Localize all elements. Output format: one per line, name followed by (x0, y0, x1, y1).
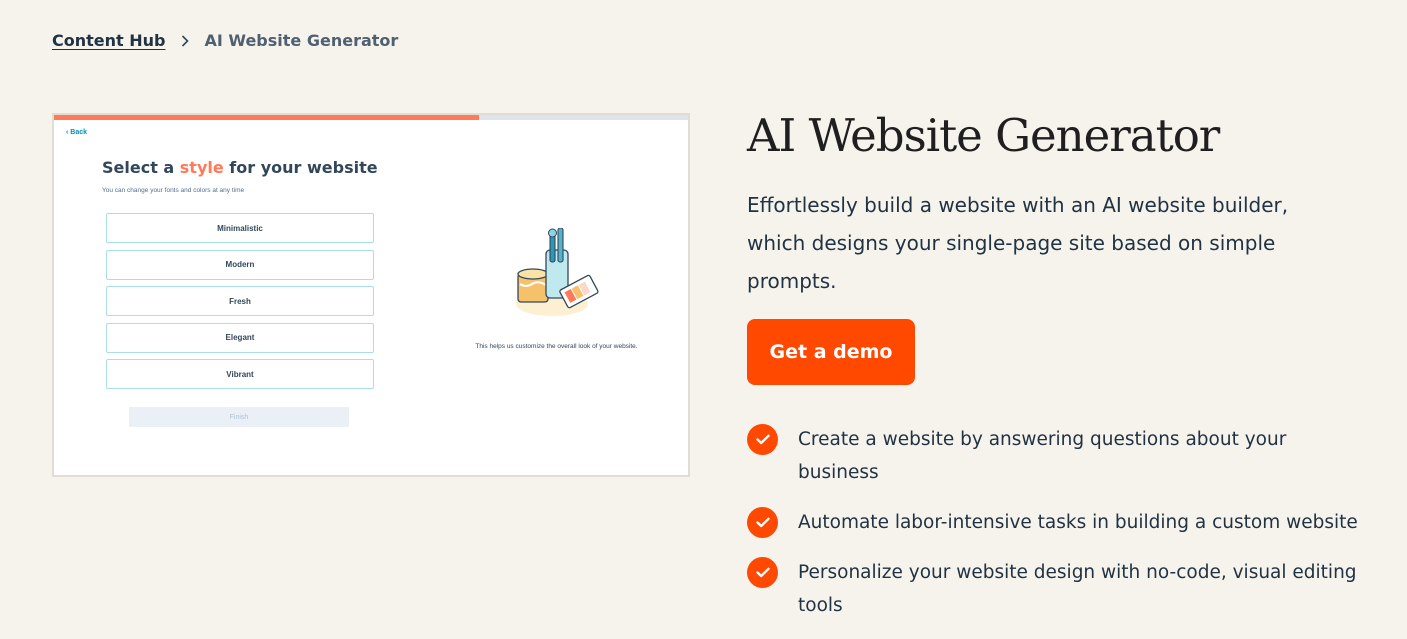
feature-text: Personalize your website design with no-… (798, 562, 1357, 616)
paint-supplies-illustration (506, 227, 606, 333)
title-highlight: style (179, 158, 224, 177)
style-option-elegant[interactable]: Elegant (106, 322, 374, 353)
progress-bar-fill (54, 115, 479, 120)
get-a-demo-button[interactable]: Get a demo (747, 319, 915, 385)
checkmark-icon (747, 557, 778, 588)
checkmark-icon (747, 424, 778, 455)
feature-text: Create a website by answering questions … (798, 429, 1287, 483)
breadcrumb-current: AI Website Generator (204, 31, 399, 50)
page-title: AI Website Generator (747, 109, 1220, 162)
style-option-modern[interactable]: Modern (106, 249, 374, 280)
progress-bar (54, 115, 688, 120)
feature-item: Automate labor-intensive tasks in buildi… (747, 507, 1367, 539)
title-prefix: Select a (102, 158, 180, 177)
breadcrumb: Content Hub AI Website Generator (52, 31, 398, 50)
feature-list: Create a website by answering questions … (747, 424, 1367, 639)
illustration-caption: This helps us customize the overall look… (475, 343, 638, 350)
product-screenshot: ‹ Back Select a style for your website Y… (52, 113, 690, 477)
style-option-fresh[interactable]: Fresh (106, 286, 374, 316)
style-option-minimalistic[interactable]: Minimalistic (106, 213, 374, 243)
back-link[interactable]: ‹ Back (66, 129, 87, 136)
feature-text: Automate labor-intensive tasks in buildi… (798, 512, 1358, 533)
feature-item: Personalize your website design with no-… (747, 557, 1367, 622)
style-option-vibrant[interactable]: Vibrant (106, 359, 374, 389)
feature-item: Create a website by answering questions … (747, 424, 1367, 489)
finish-button[interactable]: Finish (129, 407, 349, 427)
page-description: Effortlessly build a website with an AI … (747, 193, 1289, 293)
title-suffix: for your website (223, 158, 378, 177)
style-option-list: Minimalistic Modern Fresh Elegant Vibran… (106, 213, 374, 396)
breadcrumb-link-content-hub[interactable]: Content Hub (52, 31, 165, 50)
checkmark-icon (747, 507, 778, 538)
style-step-subtitle: You can change your fonts and colors at … (102, 187, 245, 194)
style-step-title: Select a style for your website (102, 158, 378, 177)
chevron-right-icon (181, 34, 190, 47)
